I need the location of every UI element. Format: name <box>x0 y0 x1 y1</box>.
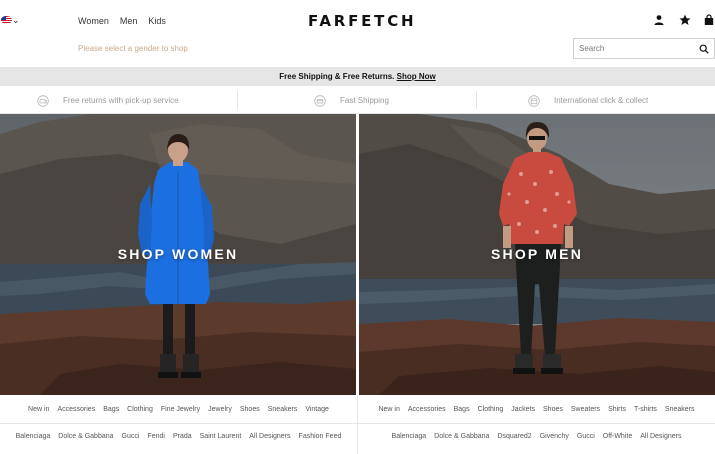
nav-women[interactable]: Women <box>78 15 109 27</box>
women-designer-links: Balenciaga Dolce & Gabbana Gucci Fendi P… <box>0 423 357 450</box>
men-category-links: New in Accessories Bags Clothing Jackets… <box>358 396 715 423</box>
men-designer-givenchy[interactable]: Givenchy <box>540 433 569 440</box>
women-link-new-in[interactable]: New in <box>28 406 49 413</box>
shop-women-label[interactable]: SHOP WOMEN <box>0 245 356 263</box>
women-designer-dolce-gabbana[interactable]: Dolce & Gabbana <box>58 433 113 440</box>
hero-women[interactable]: SHOP WOMEN <box>0 114 356 395</box>
wishlist-star-icon[interactable] <box>679 14 691 26</box>
women-link-clothing[interactable]: Clothing <box>127 406 153 413</box>
feature-returns: Free returns with pick-up service <box>37 88 179 113</box>
shop-now-link[interactable]: Shop Now <box>397 72 436 81</box>
site-logo[interactable]: FARFETCH <box>308 11 414 31</box>
nav-kids[interactable]: Kids <box>148 15 166 27</box>
men-designer-balenciaga[interactable]: Balenciaga <box>392 433 427 440</box>
women-link-shoes[interactable]: Shoes <box>240 406 260 413</box>
men-link-sneakers[interactable]: Sneakers <box>665 406 695 413</box>
site-header: ⌄ Women Men Kids Please select a gender … <box>0 0 715 66</box>
promo-bar: Free Shipping & Free Returns. Shop Now <box>0 67 715 86</box>
men-link-sweaters[interactable]: Sweaters <box>571 406 600 413</box>
women-link-sneakers[interactable]: Sneakers <box>268 406 298 413</box>
search-input[interactable] <box>579 42 697 55</box>
chevron-down-icon[interactable]: ⌄ <box>12 15 20 25</box>
women-designer-gucci[interactable]: Gucci <box>122 433 140 440</box>
men-designer-links: Balenciaga Dolce & Gabbana Dsquared2 Giv… <box>358 423 715 450</box>
women-all-designers[interactable]: All Designers <box>249 433 290 440</box>
men-link-accessories[interactable]: Accessories <box>408 406 446 413</box>
gender-nav: Women Men Kids <box>78 15 166 27</box>
women-designer-prada[interactable]: Prada <box>173 433 192 440</box>
women-designer-saint-laurent[interactable]: Saint Laurent <box>200 433 242 440</box>
us-flag-icon[interactable] <box>1 16 12 24</box>
features-row: Free returns with pick-up service Fast S… <box>0 88 715 113</box>
fast-shipping-icon <box>314 94 326 107</box>
women-designer-fendi[interactable]: Fendi <box>147 433 165 440</box>
women-link-accessories[interactable]: Accessories <box>57 406 95 413</box>
feature-collect-label: International click & collect <box>554 96 649 105</box>
women-link-jewelry[interactable]: Jewelry <box>208 406 232 413</box>
feature-shipping-label: Fast Shipping <box>340 96 389 105</box>
feature-divider <box>237 91 238 109</box>
search-box <box>573 38 715 59</box>
returns-pickup-icon <box>37 94 49 107</box>
women-category-links: New in Accessories Bags Clothing Fine Je… <box>0 396 357 423</box>
men-link-jackets[interactable]: Jackets <box>511 406 535 413</box>
promo-text: Free Shipping & Free Returns. <box>279 72 395 81</box>
women-link-vintage[interactable]: Vintage <box>305 406 329 413</box>
men-link-clothing[interactable]: Clothing <box>478 406 504 413</box>
men-all-designers[interactable]: All Designers <box>640 433 681 440</box>
account-icon[interactable] <box>653 14 665 26</box>
feature-returns-label: Free returns with pick-up service <box>63 96 179 105</box>
search-icon[interactable] <box>699 44 709 54</box>
gender-hint: Please select a gender to shop <box>78 44 188 53</box>
men-link-shirts[interactable]: Shirts <box>608 406 626 413</box>
bag-icon[interactable] <box>703 14 715 26</box>
hero-divider <box>357 114 359 395</box>
men-designer-gucci[interactable]: Gucci <box>577 433 595 440</box>
shop-men-label[interactable]: SHOP MEN <box>359 245 715 263</box>
feature-collect: International click & collect <box>528 88 648 113</box>
men-link-bags[interactable]: Bags <box>454 406 470 413</box>
women-fashion-feed[interactable]: Fashion Feed <box>299 433 342 440</box>
men-designer-dolce-gabbana[interactable]: Dolce & Gabbana <box>434 433 489 440</box>
men-designer-dsquared2[interactable]: Dsquared2 <box>497 433 531 440</box>
feature-shipping: Fast Shipping <box>314 88 389 113</box>
nav-men[interactable]: Men <box>120 15 138 27</box>
women-link-bags[interactable]: Bags <box>103 406 119 413</box>
feature-divider <box>476 91 477 109</box>
men-designer-off-white[interactable]: Off-White <box>603 433 632 440</box>
women-link-fine-jewelry[interactable]: Fine Jewelry <box>161 406 200 413</box>
click-collect-icon <box>528 94 540 107</box>
men-link-t-shirts[interactable]: T-shirts <box>634 406 657 413</box>
men-link-shoes[interactable]: Shoes <box>543 406 563 413</box>
hero-men[interactable]: SHOP MEN <box>359 114 715 395</box>
women-designer-balenciaga[interactable]: Balenciaga <box>16 433 51 440</box>
men-link-new-in[interactable]: New in <box>378 406 399 413</box>
